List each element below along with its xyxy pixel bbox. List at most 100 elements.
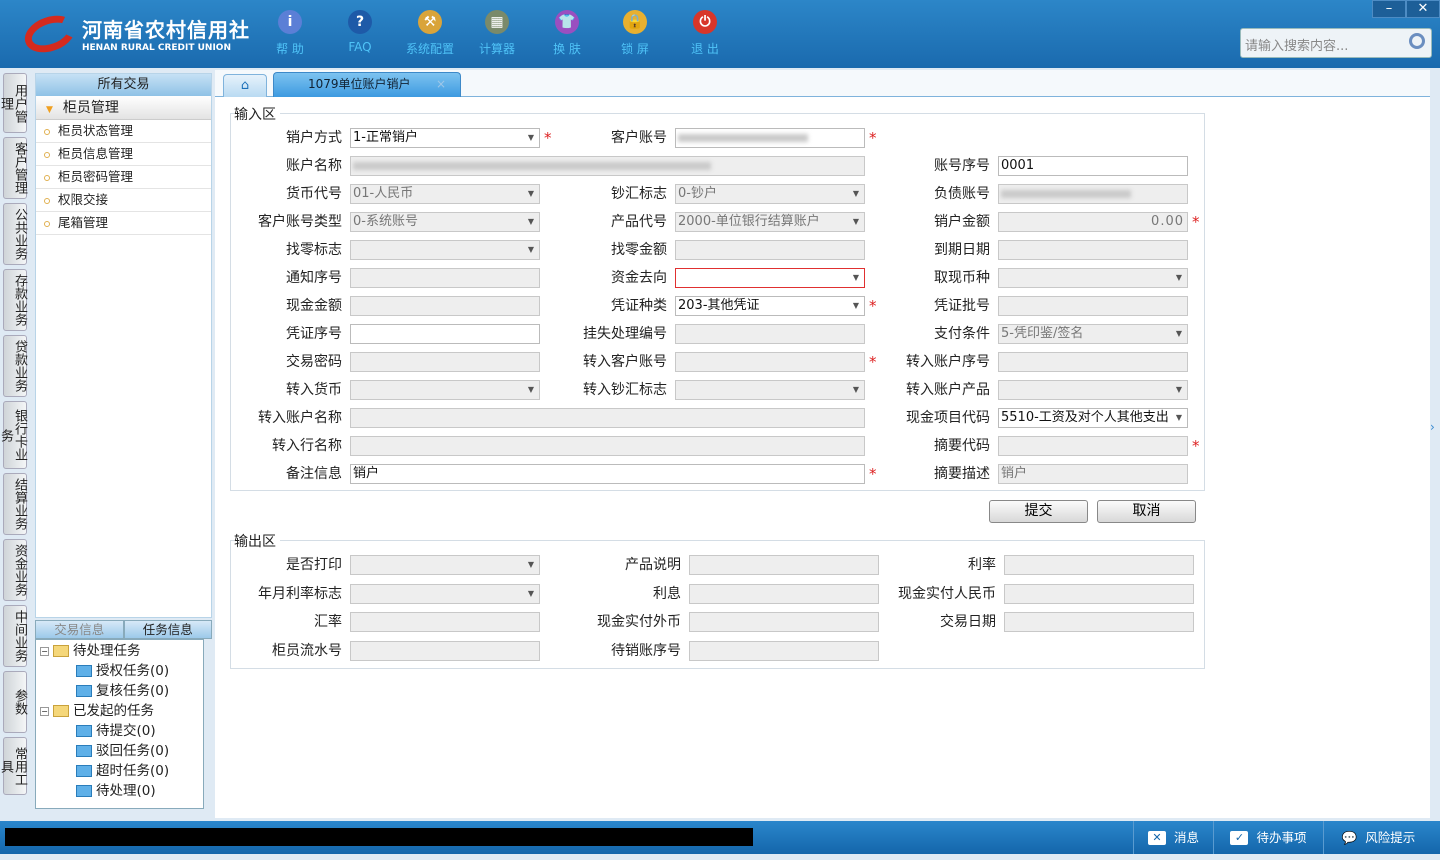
select-field[interactable]: ▼ [350, 583, 540, 604]
select-field[interactable]: 01-人民币 ▼ [350, 184, 540, 204]
input-field[interactable] [998, 352, 1188, 372]
input-field[interactable] [350, 640, 540, 661]
submit-button[interactable]: 提交 [989, 500, 1088, 523]
dropdown-arrow-icon[interactable]: ▼ [853, 213, 859, 231]
nav-item[interactable]: 柜员密码管理 [36, 166, 211, 189]
vtab-item[interactable]: 公共业务 [3, 203, 27, 265]
dropdown-arrow-icon[interactable]: ▼ [528, 556, 534, 574]
input-field[interactable] [689, 583, 879, 604]
nav-group-teller-management[interactable]: ▼ 柜员管理 [36, 96, 211, 120]
dropdown-arrow-icon[interactable]: ▼ [528, 241, 534, 259]
minimize-button[interactable]: – [1372, 0, 1406, 18]
vtab-item[interactable]: 银行卡业务 [0, 401, 27, 469]
select-field[interactable]: 0-系统账号 ▼ [350, 212, 540, 232]
dropdown-arrow-icon[interactable]: ▼ [853, 381, 859, 399]
input-field[interactable] [350, 156, 865, 176]
dropdown-arrow-icon[interactable]: ▼ [528, 129, 534, 147]
tree-node[interactable]: 超时任务(0) [76, 761, 169, 781]
input-field[interactable] [350, 352, 540, 372]
nav-item[interactable]: 柜员信息管理 [36, 143, 211, 166]
collapse-toggle-icon[interactable]: − [40, 646, 49, 656]
select-field[interactable]: ▼ [675, 380, 865, 400]
input-field[interactable] [350, 324, 540, 344]
tree-node[interactable]: 待提交(0) [76, 721, 156, 741]
toolbar-button[interactable]: 👕 换 肤 [537, 10, 597, 57]
input-field[interactable] [675, 352, 865, 372]
dropdown-arrow-icon[interactable]: ▼ [1176, 325, 1182, 343]
input-field[interactable] [350, 612, 540, 632]
toolbar-button[interactable]: ▦ 计算器 [467, 10, 527, 57]
toolbar-button[interactable]: ⏻ 退 出 [675, 10, 735, 57]
select-field[interactable]: 0-钞户 ▼ [675, 184, 865, 204]
tree-node[interactable]: 待处理(0) [76, 781, 156, 801]
input-field[interactable] [689, 612, 879, 632]
input-field[interactable]: 销户 [998, 464, 1188, 484]
search-input[interactable]: 请输入搜索内容... [1240, 28, 1432, 58]
input-field[interactable]: 0.00 [998, 212, 1188, 232]
input-field[interactable] [350, 296, 540, 316]
vtab-item[interactable]: 参数 [3, 671, 27, 733]
input-field[interactable] [350, 268, 540, 288]
select-field[interactable]: ▼ [350, 380, 540, 400]
vtab-item[interactable]: 客户管理 [3, 137, 27, 199]
select-field[interactable]: ▼ [350, 555, 540, 575]
select-field[interactable]: 2000-单位银行结算账户 ▼ [675, 212, 865, 232]
tree-node[interactable]: − 已发起的任务 [40, 701, 154, 721]
nav-item[interactable]: 柜员状态管理 [36, 120, 211, 143]
vtab-item[interactable]: 中间业务 [3, 605, 27, 667]
input-field[interactable] [1004, 612, 1194, 632]
vtab-item[interactable]: 结算业务 [3, 473, 27, 535]
toolbar-button[interactable]: 🔒 锁 屏 [605, 10, 665, 57]
dropdown-arrow-icon[interactable]: ▼ [853, 297, 859, 315]
nav-item[interactable]: 权限交接 [36, 189, 211, 212]
input-field[interactable] [998, 184, 1188, 204]
vtab-item[interactable]: 资金业务 [3, 539, 27, 601]
select-field[interactable]: 203-其他凭证 ▼ [675, 296, 865, 316]
input-field[interactable] [998, 436, 1188, 456]
input-field[interactable] [675, 240, 865, 260]
select-field[interactable]: ▼ [998, 380, 1188, 400]
cancel-button[interactable]: 取消 [1097, 500, 1196, 523]
tab-close-icon[interactable]: × [436, 73, 446, 95]
input-field[interactable] [1004, 555, 1194, 575]
select-field[interactable]: ▼ [998, 268, 1188, 288]
toolbar-button[interactable]: ⚒ 系统配置 [400, 10, 460, 57]
search-icon[interactable] [1409, 33, 1425, 49]
input-field[interactable] [998, 240, 1188, 260]
dropdown-arrow-icon[interactable]: ▼ [1176, 409, 1182, 427]
dropdown-arrow-icon[interactable]: ▼ [1176, 269, 1182, 287]
nav-item[interactable]: 尾箱管理 [36, 212, 211, 235]
tab-task-info[interactable]: 任务信息 [123, 620, 212, 639]
toolbar-button[interactable]: i 帮 助 [260, 10, 320, 57]
select-field[interactable]: 5-凭印鉴/签名 ▼ [998, 324, 1188, 344]
vtab-item[interactable]: 贷款业务 [3, 335, 27, 397]
dropdown-arrow-icon[interactable]: ▼ [528, 381, 534, 399]
input-field[interactable] [675, 324, 865, 344]
input-field[interactable] [998, 296, 1188, 316]
select-field[interactable]: 1-正常销户 ▼ [350, 128, 540, 148]
input-field[interactable] [350, 408, 865, 428]
vtab-item[interactable]: 常用工具 [0, 737, 27, 795]
vtab-item[interactable]: 用户管理 [0, 73, 27, 133]
todo-button[interactable]: ✓ 待办事项 [1213, 821, 1323, 854]
input-field[interactable]: 销户 [350, 464, 865, 484]
dropdown-arrow-icon[interactable]: ▼ [853, 269, 859, 287]
select-field[interactable]: ▼ [350, 240, 540, 260]
dropdown-arrow-icon[interactable]: ▼ [853, 185, 859, 203]
risk-alert-button[interactable]: 💬 风险提示 [1323, 821, 1433, 854]
tree-node[interactable]: − 待处理任务 [40, 641, 141, 661]
tree-node[interactable]: 授权任务(0) [76, 661, 169, 681]
vtab-item[interactable]: 存款业务 [3, 269, 27, 331]
input-field[interactable]: 0001 [998, 156, 1188, 176]
select-field[interactable]: 5510-工资及对个人其他支出 ▼ [998, 408, 1188, 428]
tree-node[interactable]: 驳回任务(0) [76, 741, 169, 761]
collapse-toggle-icon[interactable]: − [40, 706, 49, 716]
expand-panel-icon[interactable]: › [1430, 420, 1435, 434]
close-window-button[interactable]: ✕ [1406, 0, 1440, 18]
tree-node[interactable]: 复核任务(0) [76, 681, 169, 701]
tab-transaction-info[interactable]: 交易信息 [35, 620, 124, 639]
dropdown-arrow-icon[interactable]: ▼ [528, 185, 534, 203]
input-field[interactable] [689, 640, 879, 661]
dropdown-arrow-icon[interactable]: ▼ [528, 213, 534, 231]
dropdown-arrow-icon[interactable]: ▼ [528, 585, 534, 603]
